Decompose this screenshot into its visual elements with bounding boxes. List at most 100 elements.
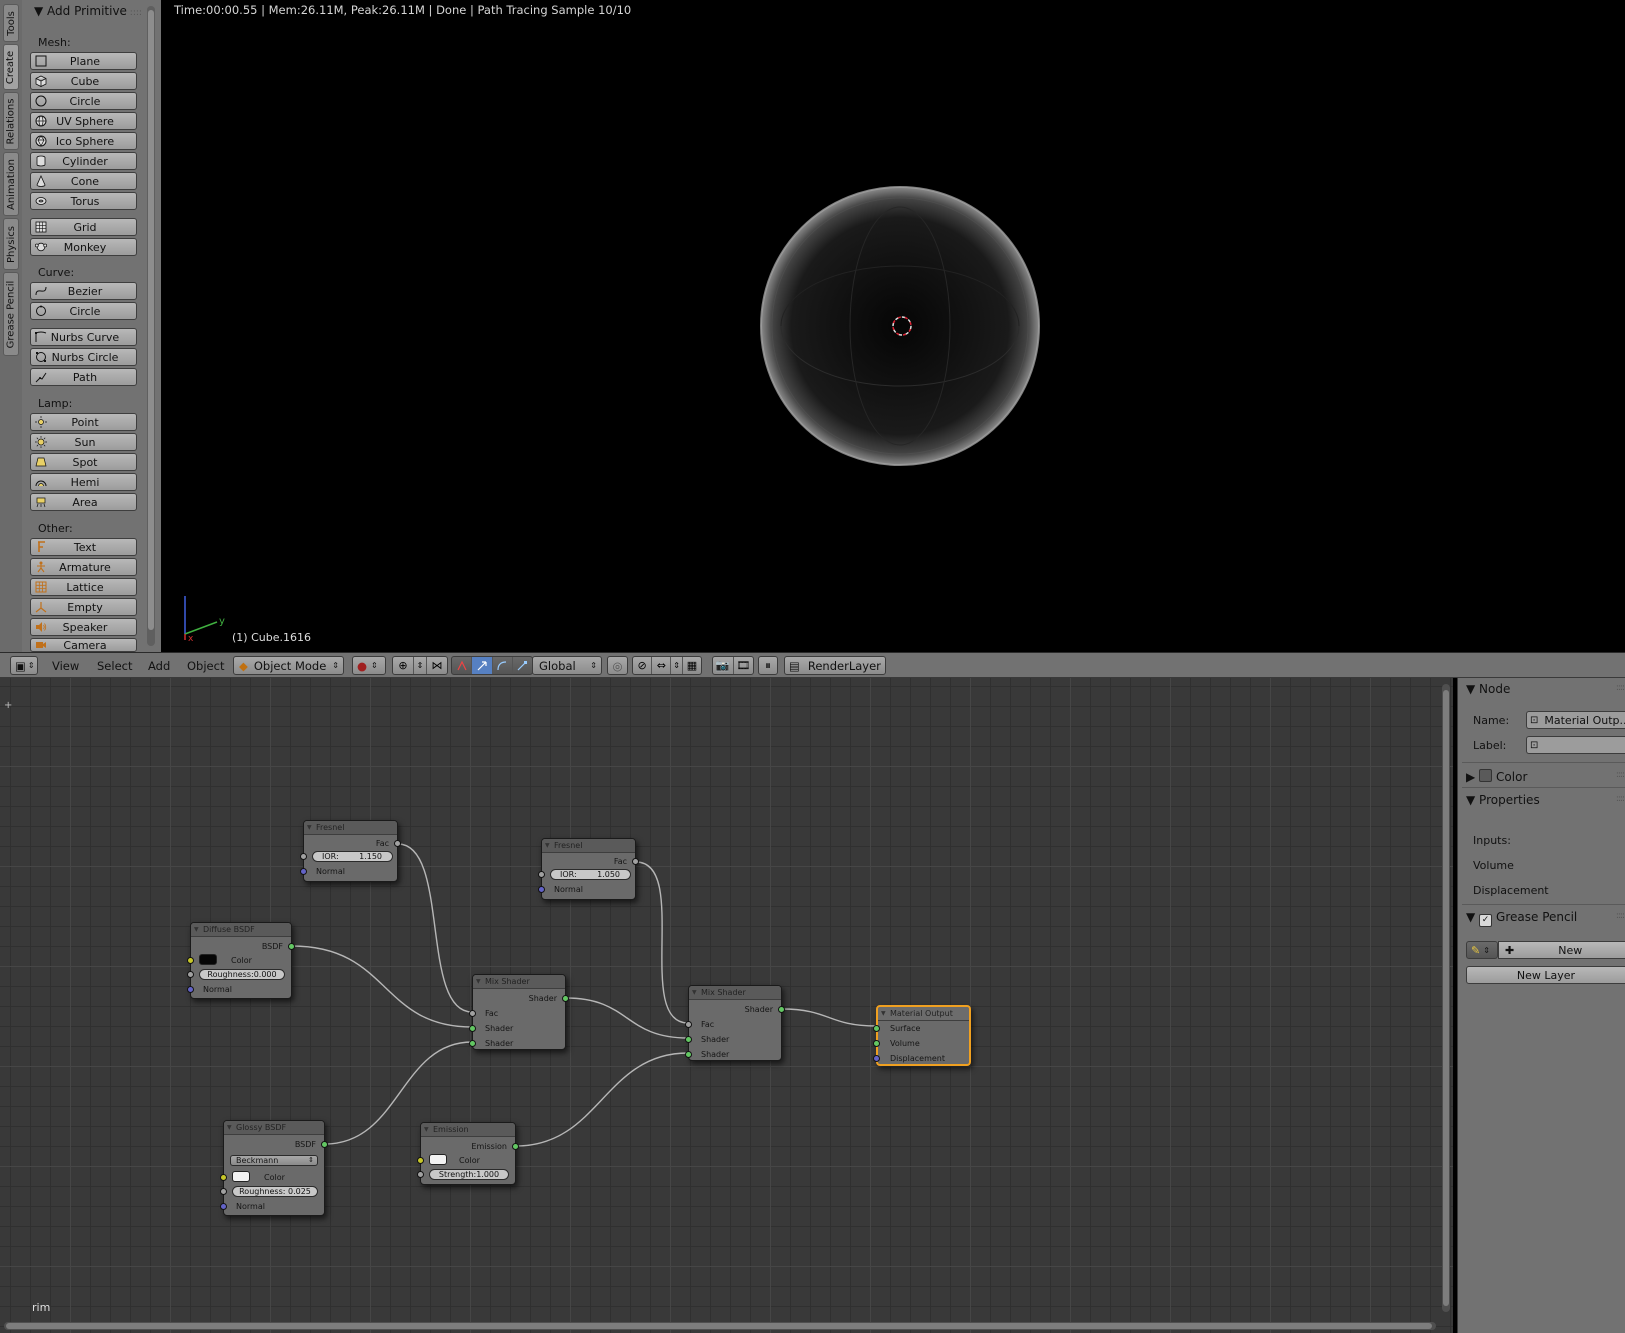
grease-pencil-new-button[interactable]: ✚ New: [1498, 941, 1625, 959]
add-circle-button[interactable]: Circle: [30, 92, 137, 110]
node-name-field[interactable]: ⊡ Material Outp...: [1526, 711, 1625, 729]
tab-relations[interactable]: Relations: [3, 92, 19, 150]
node-editor-horizontal-scrollbar-thumb[interactable]: [6, 1323, 1432, 1329]
normal-input-socket[interactable]: [187, 986, 194, 993]
fac-input-socket[interactable]: [469, 1010, 476, 1017]
roughness-input-socket[interactable]: [220, 1188, 227, 1195]
shader-b-input-socket[interactable]: [685, 1051, 692, 1058]
translate-manipulator-icon[interactable]: [472, 657, 493, 674]
displacement-input-socket[interactable]: [873, 1055, 880, 1062]
shader-output-socket[interactable]: [562, 995, 569, 1002]
emission-color-swatch[interactable]: [429, 1154, 447, 1165]
add-sun-lamp-button[interactable]: Sun: [30, 433, 137, 451]
add-path-button[interactable]: Path: [30, 368, 137, 386]
add-empty-button[interactable]: Empty: [30, 598, 137, 616]
scale-manipulator-icon[interactable]: [513, 657, 532, 674]
add-point-lamp-button[interactable]: Point: [30, 413, 137, 431]
ior-field[interactable]: IOR: 1.050: [550, 869, 631, 880]
color-checkbox[interactable]: [1479, 769, 1493, 782]
add-text-button[interactable]: Text: [30, 538, 137, 556]
add-camera-button[interactable]: Camera: [30, 638, 137, 652]
emission-output-socket[interactable]: [512, 1143, 519, 1150]
node-editor-canvas[interactable]: + Fresnel Fac IOR:1.150 Normal Fr: [0, 678, 1453, 1333]
ior-input-socket[interactable]: [300, 853, 307, 860]
panel-grip-icon[interactable]: ::::: [1616, 683, 1625, 693]
panel-grip-icon[interactable]: ::::: [1616, 911, 1625, 921]
node-panel-header[interactable]: ▼ Node: [1466, 682, 1510, 696]
distribution-dropdown[interactable]: Beckmann ⇕: [230, 1155, 318, 1166]
menu-object[interactable]: Object: [187, 659, 224, 673]
rotate-manipulator-icon[interactable]: [493, 657, 513, 674]
glossy-color-swatch[interactable]: [232, 1171, 250, 1182]
bsdf-output-socket[interactable]: [321, 1141, 328, 1148]
tab-create[interactable]: Create: [3, 44, 19, 90]
add-hemi-lamp-button[interactable]: Hemi: [30, 473, 137, 491]
render-layer-selector[interactable]: ▤ RenderLayer: [784, 656, 886, 675]
menu-select[interactable]: Select: [97, 659, 132, 673]
add-torus-button[interactable]: Torus: [30, 192, 137, 210]
shader-output-socket[interactable]: [778, 1006, 785, 1013]
add-cone-button[interactable]: Cone: [30, 172, 137, 190]
material-output-node[interactable]: Material Output Surface Volume Displacem…: [873, 1005, 971, 1066]
fresnel-node-1[interactable]: Fresnel Fac IOR:1.150 Normal: [300, 820, 401, 882]
new-layer-button[interactable]: New Layer: [1466, 966, 1625, 984]
panel-grip-icon[interactable]: ::::: [1616, 794, 1625, 804]
strength-field[interactable]: Strength:1.000: [429, 1169, 509, 1180]
normal-input-socket[interactable]: [538, 886, 545, 893]
add-armature-button[interactable]: Armature: [30, 558, 137, 576]
grease-pencil-panel-header[interactable]: ▼ ✓ Grease Pencil: [1466, 910, 1577, 927]
add-bezier-button[interactable]: Bezier: [30, 282, 137, 300]
roughness-field[interactable]: Roughness:0.000: [199, 969, 285, 980]
add-spot-lamp-button[interactable]: Spot: [30, 453, 137, 471]
color-input-socket[interactable]: [417, 1157, 424, 1164]
properties-panel-header[interactable]: ▼ Properties: [1466, 793, 1540, 807]
bsdf-output-socket[interactable]: [288, 943, 295, 950]
normal-input-socket[interactable]: [220, 1203, 227, 1210]
add-lattice-button[interactable]: Lattice: [30, 578, 137, 596]
ior-input-socket[interactable]: [538, 871, 545, 878]
grease-pencil-data-selector[interactable]: ✎ ⇕: [1466, 941, 1498, 959]
add-uv-sphere-button[interactable]: UV Sphere: [30, 112, 137, 130]
node-editor-vertical-scrollbar-thumb[interactable]: [1443, 690, 1449, 1306]
color-input-socket[interactable]: [187, 957, 194, 964]
tab-tools[interactable]: Tools: [3, 4, 19, 42]
add-bezier-circle-button[interactable]: Circle: [30, 302, 137, 320]
node-label-field[interactable]: ⊡: [1526, 736, 1625, 754]
transform-orientation-selector[interactable]: Global ⇕: [532, 656, 602, 675]
tab-grease-pencil[interactable]: Grease Pencil: [3, 272, 19, 356]
add-cube-button[interactable]: Cube: [30, 72, 137, 90]
fac-input-socket[interactable]: [685, 1021, 692, 1028]
panel-grip-icon[interactable]: ::::: [1616, 770, 1625, 780]
add-grid-button[interactable]: Grid: [30, 218, 137, 236]
surface-input-socket[interactable]: [873, 1025, 880, 1032]
emission-node[interactable]: Emission Emission Color Strength:1.000: [417, 1122, 519, 1185]
add-plane-button[interactable]: Plane: [30, 52, 137, 70]
shader-b-input-socket[interactable]: [469, 1040, 476, 1047]
panel-header[interactable]: ▼ Add Primitive ::::: [34, 4, 142, 18]
add-speaker-button[interactable]: Speaker: [30, 618, 137, 636]
pivot-point-icon[interactable]: ⊕: [393, 657, 414, 674]
glossy-bsdf-node[interactable]: Glossy BSDF BSDF Beckmann⇕ Color Roughne…: [220, 1120, 328, 1216]
roughness-input-socket[interactable]: [187, 971, 194, 978]
add-ico-sphere-button[interactable]: Ico Sphere: [30, 132, 137, 150]
diffuse-color-swatch[interactable]: [199, 954, 217, 965]
3d-cursor-icon[interactable]: [890, 314, 914, 338]
pause-render-icon[interactable]: ⏸: [758, 656, 778, 675]
layer-toggle-icon[interactable]: ◎: [607, 656, 628, 675]
grease-pencil-checkbox[interactable]: ✓: [1479, 914, 1493, 927]
shader-a-input-socket[interactable]: [685, 1036, 692, 1043]
fac-output-socket[interactable]: [632, 858, 639, 865]
tool-shelf-scrollbar-thumb[interactable]: [148, 10, 154, 630]
mode-selector[interactable]: ◆ Object Mode ⇕: [233, 656, 344, 675]
add-area-lamp-button[interactable]: Area: [30, 493, 137, 511]
3d-viewport[interactable]: y x: [161, 0, 1625, 652]
opengl-render-icon[interactable]: 📷: [713, 657, 734, 674]
fresnel-node-2[interactable]: Fresnel Fac IOR:1.050 Normal: [538, 838, 639, 900]
add-nurbs-curve-button[interactable]: Nurbs Curve: [30, 328, 137, 346]
strength-input-socket[interactable]: [417, 1171, 424, 1178]
menu-add[interactable]: Add: [148, 659, 170, 673]
menu-view[interactable]: View: [52, 659, 79, 673]
fac-output-socket[interactable]: [394, 840, 401, 847]
shader-a-input-socket[interactable]: [469, 1025, 476, 1032]
shading-selector[interactable]: ● ⇕: [352, 656, 386, 675]
